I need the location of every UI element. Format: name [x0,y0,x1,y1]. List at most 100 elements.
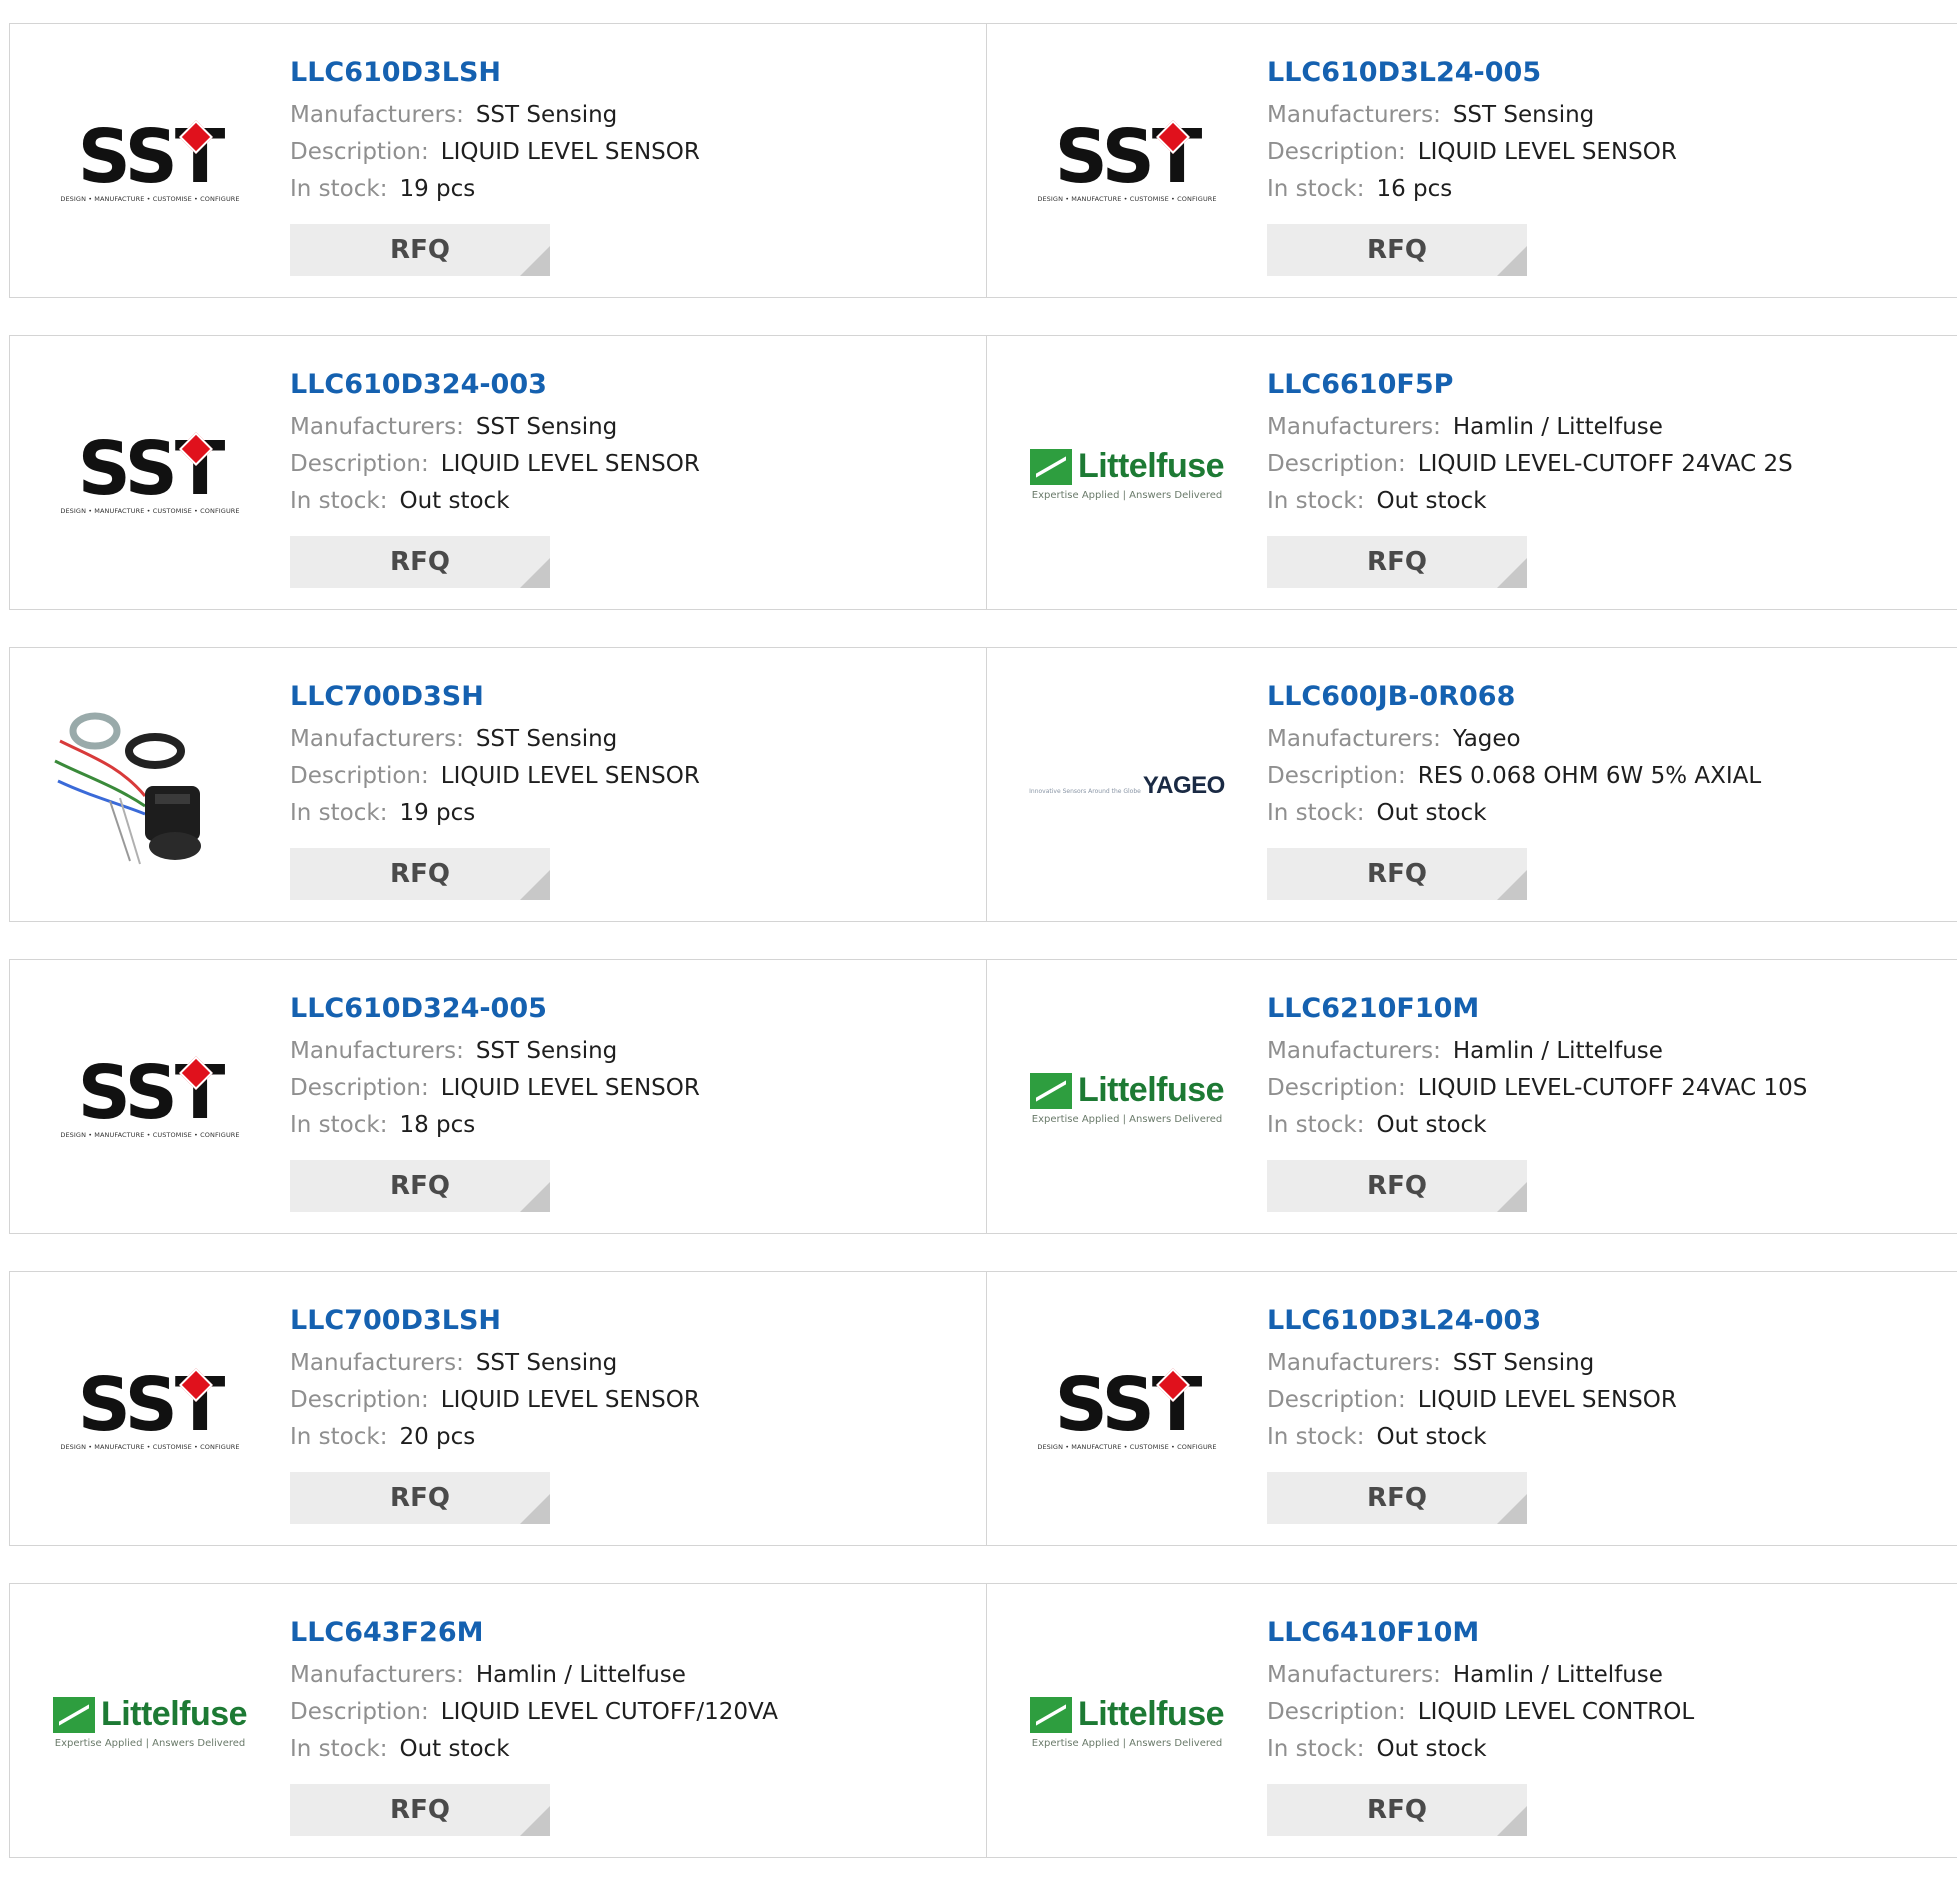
product-image[interactable]: Littelfuse Expertise Applied | Answers D… [1027,998,1227,1198]
rfq-button[interactable]: RFQ [1267,1472,1527,1524]
product-image[interactable]: Littelfuse Expertise Applied | Answers D… [1027,1622,1227,1822]
product-card: Littelfuse Expertise Applied | Answers D… [986,959,1957,1234]
product-image[interactable]: SST DESIGN • MANUFACTURE • CUSTOMISE • C… [50,62,250,262]
stock-value: Out stock [1376,1736,1487,1762]
stock-row: In stock: Out stock [1267,483,1793,520]
rfq-button[interactable]: RFQ [1267,536,1527,588]
description-row: Description: LIQUID LEVEL SENSOR [290,134,700,171]
description-label: Description: [1267,1699,1406,1725]
part-number-link[interactable]: LLC610D324-005 [290,991,700,1033]
manufacturer-label: Manufacturers: [1267,414,1441,440]
description-label: Description: [1267,763,1406,789]
product-image[interactable]: Innovative Sensors Around the Globe YAGE… [1027,686,1227,886]
manufacturer-label: Manufacturers: [290,1038,464,1064]
description-label: Description: [1267,139,1406,165]
manufacturer-row: Manufacturers: SST Sensing [290,1033,700,1070]
part-number-link[interactable]: LLC610D324-003 [290,367,700,409]
product-image[interactable] [50,686,250,886]
manufacturer-row: Manufacturers: Yageo [1267,721,1761,758]
stock-label: In stock: [1267,176,1365,202]
sst-logo: SST DESIGN • MANUFACTURE • CUSTOMISE • C… [50,1368,250,1451]
description-label: Description: [290,139,429,165]
description-label: Description: [290,1075,429,1101]
part-number-link[interactable]: LLC700D3LSH [290,1303,700,1345]
yageo-logo-tagline: Innovative Sensors Around the Globe [1029,788,1141,795]
product-image[interactable]: Littelfuse Expertise Applied | Answers D… [1027,374,1227,574]
stock-label: In stock: [290,176,388,202]
manufacturer-row: Manufacturers: SST Sensing [290,1345,700,1382]
rfq-button-label: RFQ [390,859,450,889]
stock-value: Out stock [1376,1424,1487,1450]
rfq-button[interactable]: RFQ [290,1160,550,1212]
manufacturer-label: Manufacturers: [1267,726,1441,752]
part-number-link[interactable]: LLC600JB-0R068 [1267,679,1761,721]
description-row: Description: LIQUID LEVEL-CUTOFF 24VAC 10… [1267,1070,1807,1107]
product-image[interactable]: SST DESIGN • MANUFACTURE • CUSTOMISE • C… [50,1310,250,1510]
sensor-photo [50,686,250,886]
product-row: LLC700D3SH Manufacturers: SST Sensing Descr… [9,647,1957,922]
product-info: LLC610D3L24-003 Manufacturers: SST Sensing… [1267,1303,1677,1456]
description-value: LIQUID LEVEL SENSOR [440,763,700,789]
part-number-link[interactable]: LLC610D3L24-005 [1267,55,1677,97]
product-row: SST DESIGN • MANUFACTURE • CUSTOMISE • C… [9,1271,1957,1546]
description-value: LIQUID LEVEL SENSOR [440,1387,700,1413]
littelfuse-logo: Littelfuse Expertise Applied | Answers D… [1027,1071,1227,1125]
part-number-link[interactable]: LLC610D3LSH [290,55,700,97]
littelfuse-logo-tagline: Expertise Applied | Answers Delivered [1031,1114,1223,1125]
product-card: SST DESIGN • MANUFACTURE • CUSTOMISE • C… [986,1271,1957,1546]
corner-fold-icon [1497,1182,1527,1212]
manufacturer-label: Manufacturers: [290,1662,464,1688]
manufacturer-row: Manufacturers: SST Sensing [290,409,700,446]
product-card: Littelfuse Expertise Applied | Answers D… [986,335,1957,610]
rfq-button[interactable]: RFQ [290,1472,550,1524]
description-value: LIQUID LEVEL CONTROL [1417,1699,1695,1725]
part-number-link[interactable]: LLC610D3L24-003 [1267,1303,1677,1345]
product-image[interactable]: SST DESIGN • MANUFACTURE • CUSTOMISE • C… [50,374,250,574]
product-info: LLC610D324-003 Manufacturers: SST Sensing D… [290,367,700,520]
product-image[interactable]: SST DESIGN • MANUFACTURE • CUSTOMISE • C… [1027,62,1227,262]
rfq-button[interactable]: RFQ [290,224,550,276]
stock-row: In stock: Out stock [290,483,700,520]
rfq-button[interactable]: RFQ [290,1784,550,1836]
stock-row: In stock: 19 pcs [290,795,700,832]
stock-label: In stock: [1267,1112,1365,1138]
product-info: LLC610D3L24-005 Manufacturers: SST Sensing… [1267,55,1677,208]
rfq-button[interactable]: RFQ [1267,224,1527,276]
stock-row: In stock: Out stock [1267,795,1761,832]
part-number-link[interactable]: LLC6410F10M [1267,1615,1694,1657]
part-number-link[interactable]: LLC700D3SH [290,679,700,721]
stock-value: 18 pcs [399,1112,476,1138]
stock-value: 19 pcs [399,800,476,826]
product-row: SST DESIGN • MANUFACTURE • CUSTOMISE • C… [9,23,1957,298]
corner-fold-icon [1497,1806,1527,1836]
rfq-button[interactable]: RFQ [1267,1784,1527,1836]
manufacturer-label: Manufacturers: [290,102,464,128]
product-row: SST DESIGN • MANUFACTURE • CUSTOMISE • C… [9,959,1957,1234]
product-info: LLC6210F10M Manufacturers: Hamlin / Littel… [1267,991,1807,1144]
product-info: LLC610D3LSH Manufacturers: SST Sensing Desc… [290,55,700,208]
product-image[interactable]: Littelfuse Expertise Applied | Answers D… [50,1622,250,1822]
description-value: LIQUID LEVEL SENSOR [440,451,700,477]
manufacturer-value: Hamlin / Littelfuse [475,1662,686,1688]
part-number-link[interactable]: LLC6610F5P [1267,367,1793,409]
part-number-link[interactable]: LLC6210F10M [1267,991,1807,1033]
corner-fold-icon [1497,558,1527,588]
littelfuse-logo-tagline: Expertise Applied | Answers Delivered [1031,1738,1223,1749]
product-row: Littelfuse Expertise Applied | Answers D… [9,1583,1957,1858]
description-value: LIQUID LEVEL SENSOR [1417,1387,1677,1413]
rfq-button[interactable]: RFQ [290,536,550,588]
rfq-button-label: RFQ [1367,1795,1427,1825]
product-card: SST DESIGN • MANUFACTURE • CUSTOMISE • C… [9,1271,987,1546]
product-image[interactable]: SST DESIGN • MANUFACTURE • CUSTOMISE • C… [1027,1310,1227,1510]
part-number-link[interactable]: LLC643F26M [290,1615,778,1657]
rfq-button[interactable]: RFQ [290,848,550,900]
rfq-button[interactable]: RFQ [1267,1160,1527,1212]
product-image[interactable]: SST DESIGN • MANUFACTURE • CUSTOMISE • C… [50,998,250,1198]
description-value: RES 0.068 OHM 6W 5% AXIAL [1417,763,1762,789]
corner-fold-icon [520,1494,550,1524]
rfq-button-label: RFQ [390,1795,450,1825]
manufacturer-value: SST Sensing [1452,1350,1595,1376]
rfq-button[interactable]: RFQ [1267,848,1527,900]
manufacturer-label: Manufacturers: [290,1350,464,1376]
rfq-button-label: RFQ [1367,1171,1427,1201]
